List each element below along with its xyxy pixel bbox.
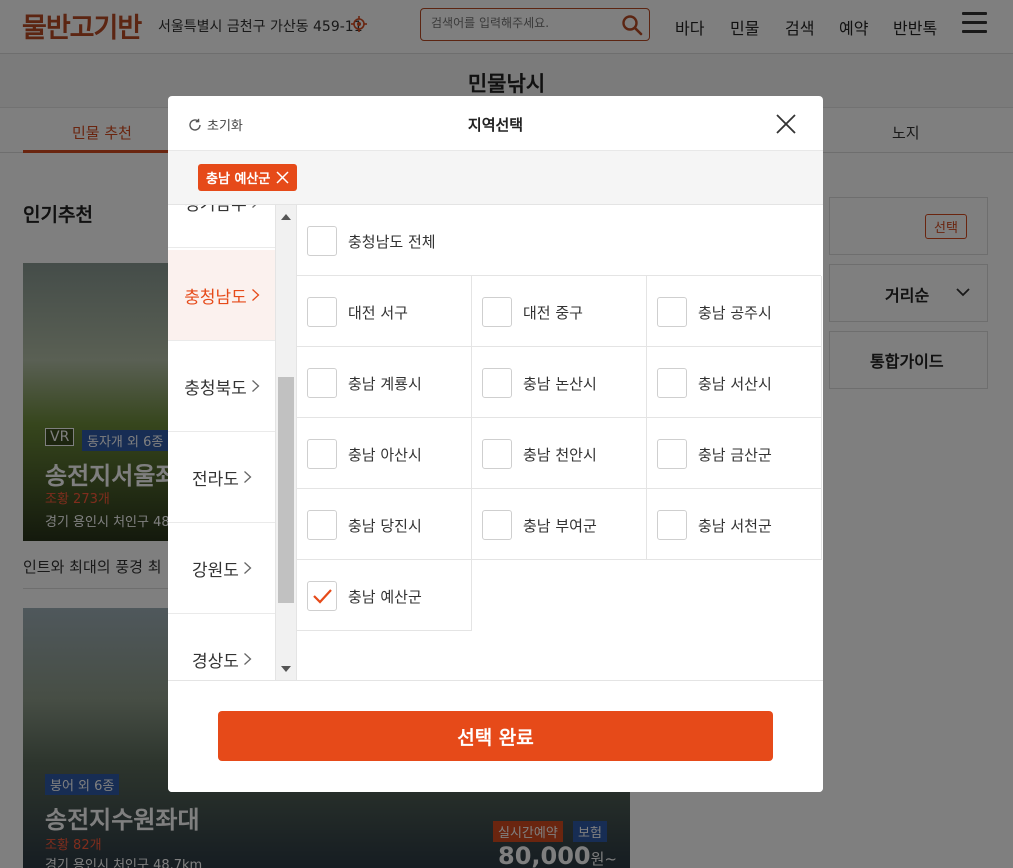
region-option[interactable]: 충남 당진시 (297, 489, 472, 560)
province-item[interactable]: 경기남부 (168, 205, 275, 248)
region-option[interactable]: 충남 공주시 (647, 276, 822, 347)
region-checkbox[interactable] (657, 368, 687, 398)
region-checkbox[interactable] (482, 510, 512, 540)
region-select-modal: 초기화 지역선택 충남 예산군 경기남부 충청남도 충청북도 (168, 96, 823, 792)
region-label: 충남 서산시 (698, 375, 772, 393)
region-option[interactable]: 충남 부여군 (472, 489, 647, 560)
province-item[interactable]: 충청북도 (168, 341, 275, 432)
region-option[interactable]: 대전 서구 (297, 276, 472, 347)
select-all-checkbox[interactable] (307, 226, 337, 256)
region-label: 충남 서천군 (698, 517, 772, 535)
region-checkbox[interactable] (482, 368, 512, 398)
region-option[interactable]: 충남 계룡시 (297, 347, 472, 418)
region-label: 대전 중구 (523, 304, 583, 322)
scroll-thumb[interactable] (278, 377, 294, 603)
region-option[interactable]: 충남 서천군 (647, 489, 822, 560)
region-label: 대전 서구 (348, 304, 408, 322)
province-item[interactable]: 전라도 (168, 432, 275, 523)
chevron-right-icon (251, 289, 260, 301)
region-label: 충남 금산군 (698, 446, 772, 464)
region-checkbox[interactable] (657, 439, 687, 469)
chevron-right-icon (244, 653, 252, 665)
chevron-right-icon (251, 380, 260, 392)
region-checkbox[interactable] (307, 439, 337, 469)
confirm-selection-button[interactable]: 선택 완료 (218, 711, 773, 761)
region-option[interactable]: 충남 천안시 (472, 418, 647, 489)
close-icon[interactable] (774, 112, 798, 136)
chevron-right-icon (251, 205, 256, 208)
region-option[interactable]: 충남 논산시 (472, 347, 647, 418)
region-checkbox[interactable] (482, 439, 512, 469)
remove-icon[interactable] (276, 171, 289, 184)
reset-label: 초기화 (207, 119, 243, 134)
scroll-up-arrow[interactable] (281, 214, 291, 220)
region-grid: 충청남도 전체 대전 서구 대전 중구 충남 공주시 충남 계룡시 충남 논산시 충남 서… (297, 205, 823, 680)
region-option[interactable]: 충남 아산시 (297, 418, 472, 489)
region-option[interactable]: 대전 중구 (472, 276, 647, 347)
region-label: 충남 아산시 (348, 446, 422, 464)
province-item[interactable]: 경상도 (168, 614, 275, 680)
modal-footer: 선택 완료 (168, 680, 823, 792)
region-label: 충남 예산군 (348, 588, 422, 606)
chip-label: 충남 예산군 (206, 172, 271, 187)
region-checkbox-checked[interactable] (307, 581, 337, 611)
chevron-right-icon (244, 562, 252, 574)
select-all-label: 충청남도 전체 (348, 233, 436, 251)
region-checkbox[interactable] (482, 297, 512, 327)
province-list: 경기남부 충청남도 충청북도 전라도 강원도 경상도 (168, 205, 276, 680)
province-item-active[interactable]: 충청남도 (168, 250, 275, 341)
modal-header: 초기화 지역선택 (168, 96, 823, 151)
province-item[interactable]: 강원도 (168, 523, 275, 614)
region-checkbox[interactable] (307, 510, 337, 540)
region-label: 충남 천안시 (523, 446, 597, 464)
modal-title: 지역선택 (467, 116, 524, 134)
region-option[interactable]: 충남 서산시 (647, 347, 822, 418)
scroll-down-arrow[interactable] (281, 666, 291, 672)
reset-button[interactable]: 초기화 (187, 115, 243, 134)
chevron-right-icon (244, 471, 252, 483)
region-label: 충남 공주시 (698, 304, 772, 322)
province-scrollbar[interactable] (276, 205, 297, 680)
region-label: 충남 논산시 (523, 375, 597, 393)
region-checkbox[interactable] (657, 510, 687, 540)
selected-chip[interactable]: 충남 예산군 (198, 164, 298, 191)
region-checkbox[interactable] (657, 297, 687, 327)
region-option[interactable]: 충남 금산군 (647, 418, 822, 489)
region-label: 충남 부여군 (523, 517, 597, 535)
refresh-icon (189, 118, 201, 131)
region-label: 충남 당진시 (348, 517, 422, 535)
selected-chips: 충남 예산군 (168, 151, 823, 205)
check-icon (313, 589, 332, 604)
region-label: 충남 계룡시 (348, 375, 422, 393)
region-checkbox[interactable] (307, 297, 337, 327)
region-option[interactable]: 충남 예산군 (297, 560, 472, 631)
select-all-row[interactable]: 충청남도 전체 (297, 205, 821, 276)
region-checkbox[interactable] (307, 368, 337, 398)
